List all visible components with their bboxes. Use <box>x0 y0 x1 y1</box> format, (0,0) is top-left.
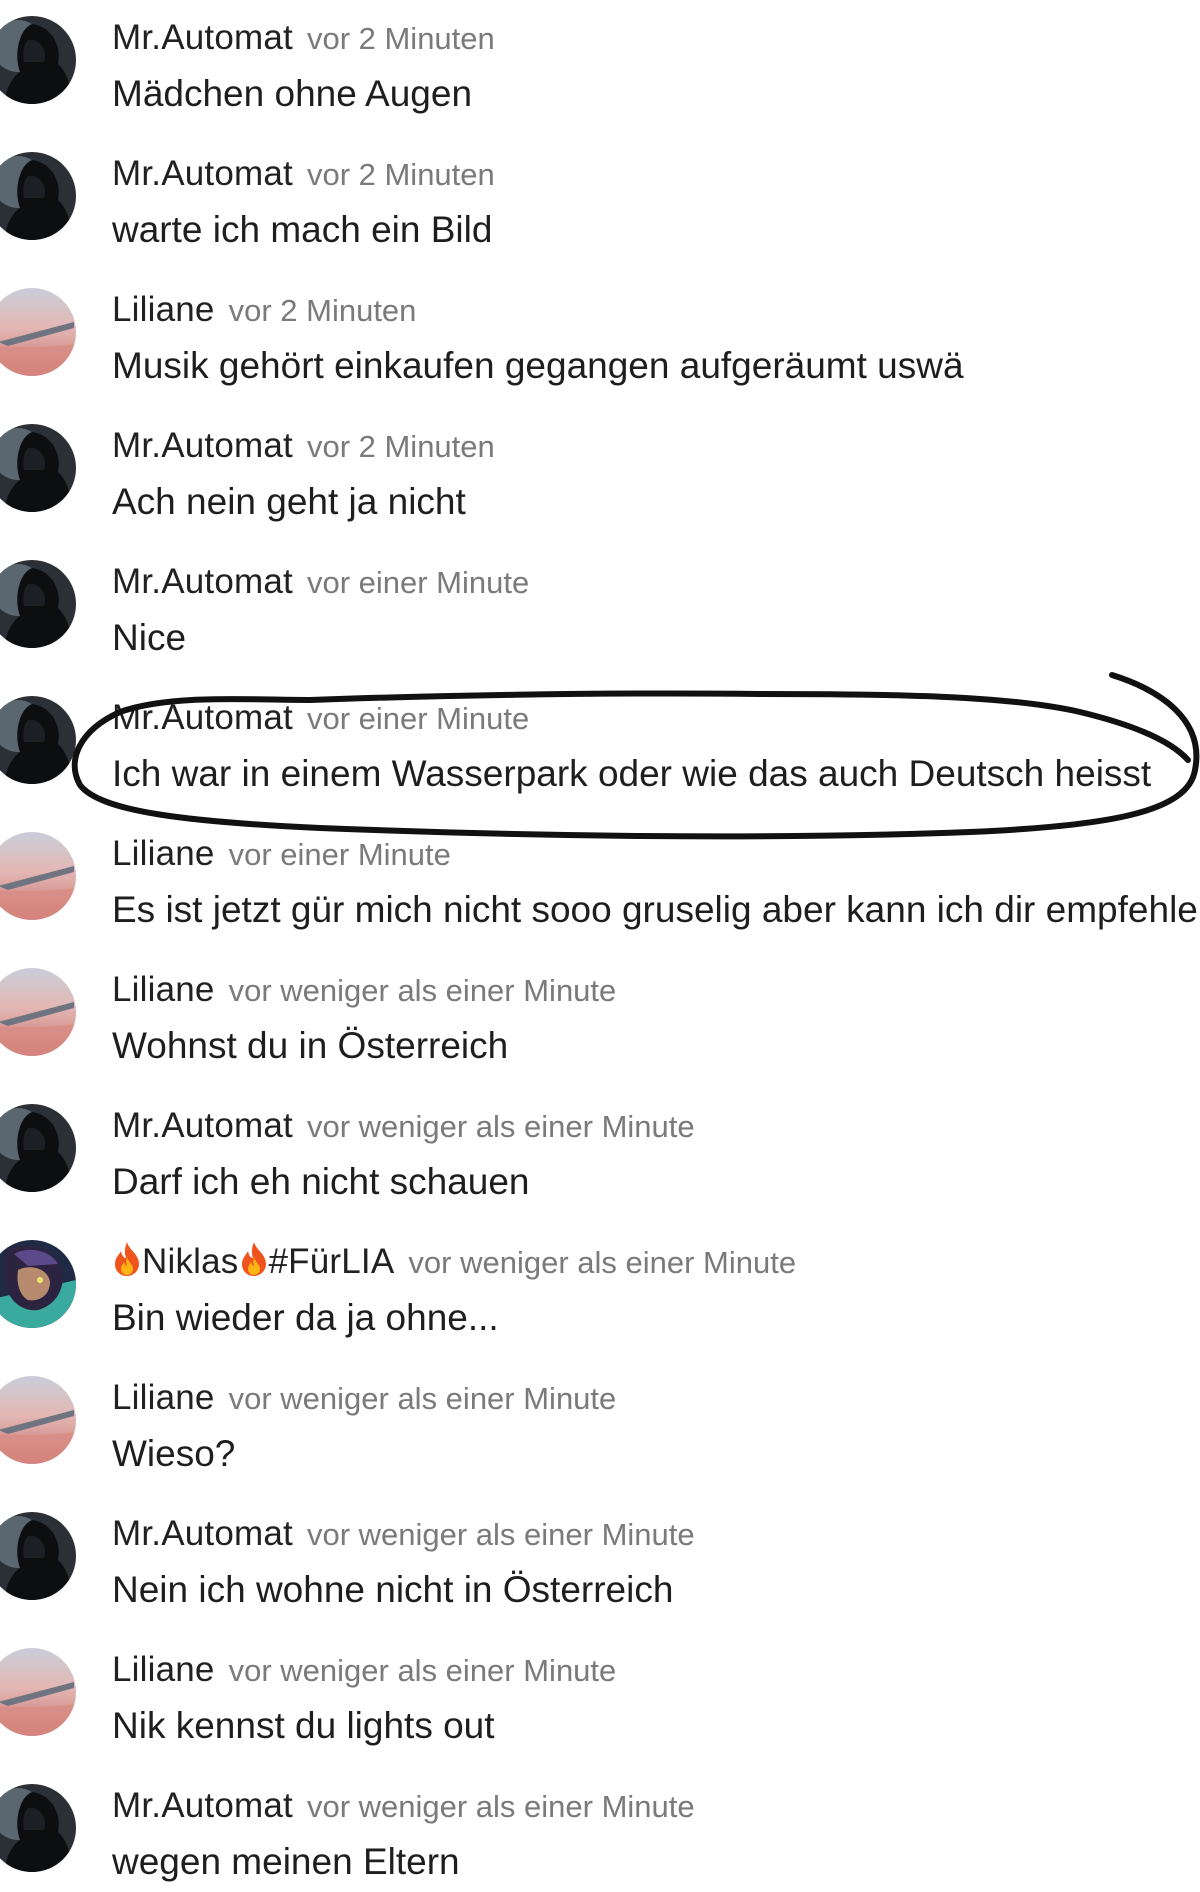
message-text: Nein ich wohne nicht in Österreich <box>112 1569 674 1610</box>
message-text: Nice <box>112 617 187 658</box>
author-name[interactable]: Mr.Automat <box>112 1514 293 1553</box>
avatar-hooded-figure[interactable] <box>0 424 76 512</box>
timestamp: vor weniger als einer Minute <box>228 1653 617 1688</box>
timestamp: vor einer Minute <box>306 701 530 736</box>
author-name[interactable]: Mr.Automat <box>112 698 293 737</box>
message-header: Mr.Automat vor 2 Minuten <box>112 424 495 468</box>
avatar-airplane-wing-sunset[interactable] <box>0 968 76 1056</box>
author-name-suffix[interactable]: #FürLIA <box>269 1242 395 1281</box>
avatar-hooded-figure[interactable] <box>0 1512 76 1600</box>
author-name[interactable]: Niklas <box>142 1242 239 1281</box>
chat-message: Liliane vor einer Minute Es ist jetzt gür… <box>0 816 1200 936</box>
message-text: warte ich mach ein Bild <box>112 209 493 250</box>
chat-message: Mr.Automat vor weniger als einer Minute D… <box>0 1088 1200 1208</box>
avatar-airplane-wing-sunset[interactable] <box>0 288 76 376</box>
message-header: Liliane vor weniger als einer Minute <box>112 968 616 1012</box>
author-name[interactable]: Mr.Automat <box>112 154 293 193</box>
chat-message: Liliane vor weniger als einer Minute Wies… <box>0 1360 1200 1480</box>
timestamp: vor weniger als einer Minute <box>306 1789 695 1824</box>
message-text: Wieso? <box>112 1433 236 1474</box>
timestamp: vor weniger als einer Minute <box>228 973 617 1008</box>
timestamp: vor einer Minute <box>228 837 451 872</box>
avatar-hooded-figure[interactable] <box>0 696 76 784</box>
message-text: Mädchen ohne Augen <box>112 73 473 114</box>
author-name[interactable]: Mr.Automat <box>112 426 293 465</box>
message-text: Bin wieder da ja ohne... <box>112 1297 499 1338</box>
timestamp: vor 2 Minuten <box>228 293 417 328</box>
message-header: Liliane vor einer Minute <box>112 832 451 876</box>
chat-message: Mr.Automat vor weniger als einer Minute N… <box>0 1496 1200 1616</box>
timestamp: vor weniger als einer Minute <box>408 1245 797 1280</box>
timestamp: vor 2 Minuten <box>306 429 495 464</box>
avatar-airplane-wing-sunset[interactable] <box>0 832 76 920</box>
message-header: Mr.Automat vor 2 Minuten <box>112 16 495 60</box>
author-name[interactable]: Mr.Automat <box>112 18 293 57</box>
timestamp: vor 2 Minuten <box>306 157 495 192</box>
chat-message: Mr.Automat vor einer Minute Nice <box>0 544 1200 664</box>
message-text: Es ist jetzt gür mich nicht sooo gruseli… <box>112 889 1198 930</box>
chat-message: Mr.Automat vor einer Minute Ich war in ei… <box>0 680 1200 800</box>
chat-message: Liliane vor weniger als einer Minute Wohn… <box>0 952 1200 1072</box>
message-header: Liliane vor weniger als einer Minute <box>112 1648 616 1692</box>
author-name[interactable]: Mr.Automat <box>112 1786 293 1825</box>
timestamp: vor weniger als einer Minute <box>306 1517 695 1552</box>
chat-feed: Mr.Automat vor 2 Minuten Mädchen ohne Aug… <box>0 0 1200 1892</box>
timestamp: vor 2 Minuten <box>306 21 495 56</box>
fire-icon <box>112 1241 142 1295</box>
avatar-anime-character[interactable] <box>0 1240 76 1328</box>
avatar-hooded-figure[interactable] <box>0 16 76 104</box>
timestamp: vor weniger als einer Minute <box>228 1381 617 1416</box>
message-header: Mr.Automat vor einer Minute <box>112 560 529 604</box>
avatar-hooded-figure[interactable] <box>0 152 76 240</box>
avatar-airplane-wing-sunset[interactable] <box>0 1376 76 1464</box>
message-text: Ich war in einem Wasserpark oder wie das… <box>112 753 1152 794</box>
avatar-airplane-wing-sunset[interactable] <box>0 1648 76 1736</box>
message-header: Liliane vor weniger als einer Minute <box>112 1376 616 1420</box>
message-text: Darf ich eh nicht schauen <box>112 1161 530 1202</box>
chat-message: Mr.Automat vor 2 Minuten Mädchen ohne Aug… <box>0 0 1200 120</box>
timestamp: vor weniger als einer Minute <box>306 1109 695 1144</box>
author-name[interactable]: Liliane <box>112 290 215 329</box>
author-name[interactable]: Liliane <box>112 834 215 873</box>
avatar-hooded-figure[interactable] <box>0 1104 76 1192</box>
message-text: Ach nein geht ja nicht <box>112 481 466 522</box>
message-header: Mr.Automat vor einer Minute <box>112 696 529 740</box>
timestamp: vor einer Minute <box>306 565 530 600</box>
message-text: Wohnst du in Österreich <box>112 1025 509 1066</box>
message-header: Mr.Automat vor weniger als einer Minute <box>112 1784 695 1828</box>
message-header: Mr.Automat vor 2 Minuten <box>112 152 495 196</box>
chat-message: Niklas #FürLIA vor weniger als einer Minut… <box>0 1224 1200 1344</box>
message-text: wegen meinen Eltern <box>112 1841 460 1882</box>
avatar-hooded-figure[interactable] <box>0 560 76 648</box>
chat-message: Mr.Automat vor 2 Minuten Ach nein geht ja… <box>0 408 1200 528</box>
author-name[interactable]: Liliane <box>112 1650 215 1689</box>
author-name[interactable]: Mr.Automat <box>112 562 293 601</box>
author-name[interactable]: Liliane <box>112 1378 215 1417</box>
avatar-hooded-figure[interactable] <box>0 1784 76 1872</box>
author-name[interactable]: Mr.Automat <box>112 1106 293 1145</box>
message-text: Musik gehört einkaufen gegangen aufgeräu… <box>112 345 964 386</box>
chat-message: Mr.Automat vor 2 Minuten warte ich mach e… <box>0 136 1200 256</box>
message-header: Niklas #FürLIA vor weniger als einer Minut… <box>112 1240 796 1284</box>
chat-message: Liliane vor 2 Minuten Musik gehört einkau… <box>0 272 1200 392</box>
message-header: Mr.Automat vor weniger als einer Minute <box>112 1512 695 1556</box>
chat-message: Liliane vor weniger als einer Minute Nik … <box>0 1632 1200 1752</box>
message-text: Nik kennst du lights out <box>112 1705 495 1746</box>
chat-message: Mr.Automat vor weniger als einer Minute w… <box>0 1768 1200 1888</box>
fire-icon <box>239 1241 269 1295</box>
author-name[interactable]: Liliane <box>112 970 215 1009</box>
message-header: Mr.Automat vor weniger als einer Minute <box>112 1104 695 1148</box>
message-header: Liliane vor 2 Minuten <box>112 288 416 332</box>
